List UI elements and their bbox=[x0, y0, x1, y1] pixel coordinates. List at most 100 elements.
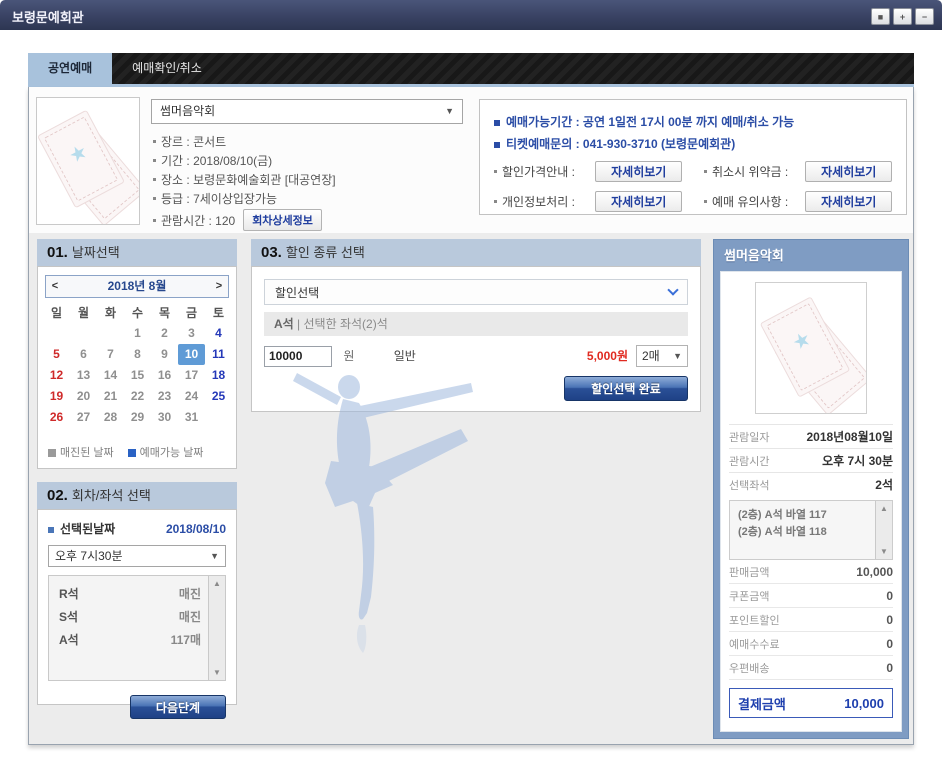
scroll-up-icon[interactable]: ▲ bbox=[209, 579, 225, 588]
calendar-day[interactable]: 4 bbox=[205, 323, 232, 344]
selected-seat-strip: A석 | 선택한 좌석(2)석 bbox=[264, 312, 688, 336]
calendar-day[interactable]: 10 bbox=[178, 344, 205, 365]
zoom-out-icon[interactable]: − bbox=[915, 8, 934, 25]
scroll-down-icon[interactable]: ▼ bbox=[876, 547, 892, 556]
discount-guide-button[interactable]: 자세히보기 bbox=[595, 161, 682, 182]
calendar-weekday: 목 bbox=[151, 304, 178, 323]
bullet-icon bbox=[494, 200, 497, 203]
calendar-day[interactable]: 24 bbox=[178, 386, 205, 407]
calendar-day[interactable]: 16 bbox=[151, 365, 178, 386]
quantity-select[interactable]: 2매 ▼ bbox=[636, 345, 688, 367]
quantity-value: 2매 bbox=[642, 346, 660, 366]
amount-row: 예매수수료0 bbox=[729, 632, 893, 656]
calendar-empty-cell bbox=[43, 323, 70, 344]
calendar-day[interactable]: 7 bbox=[97, 344, 124, 365]
calendar-day[interactable]: 25 bbox=[205, 386, 232, 407]
seat-grade-row[interactable]: R석매진 bbox=[59, 583, 201, 606]
ticket-art: ★ bbox=[37, 98, 139, 224]
calendar-weekday: 월 bbox=[70, 304, 97, 323]
discount-select[interactable]: 할인선택 bbox=[264, 279, 688, 305]
calendar-day[interactable]: 8 bbox=[124, 344, 151, 365]
notice-row: 할인가격안내 : 자세히보기 취소시 위약금 : 자세히보기 bbox=[494, 161, 892, 182]
window-maximize-icon[interactable]: ■ bbox=[871, 8, 890, 25]
scrollbar[interactable]: ▲ ▼ bbox=[208, 576, 225, 680]
calendar-day[interactable]: 15 bbox=[124, 365, 151, 386]
app-title: 보령문예회관 bbox=[12, 7, 84, 26]
booking-caution-button[interactable]: 자세히보기 bbox=[805, 191, 892, 212]
calendar-nav: < 2018년 8월 > bbox=[45, 275, 229, 298]
bullet-icon bbox=[153, 159, 156, 162]
scroll-down-icon[interactable]: ▼ bbox=[209, 668, 225, 677]
summary-body: ★ 관람일자2018년08월10일 관람시간오후 7시 30분 선택좌석2석 (… bbox=[720, 271, 902, 732]
bullet-icon bbox=[704, 200, 707, 203]
calendar-day[interactable]: 26 bbox=[43, 407, 70, 428]
calendar-day[interactable]: 21 bbox=[97, 386, 124, 407]
discount-done-button[interactable]: 할인선택 완료 bbox=[564, 376, 688, 401]
scrollbar[interactable]: ▲ ▼ bbox=[875, 501, 892, 559]
price-input[interactable] bbox=[264, 346, 332, 367]
tab-performance-booking[interactable]: 공연예매 bbox=[28, 53, 112, 84]
calendar-day[interactable]: 28 bbox=[97, 407, 124, 428]
calendar-day[interactable]: 31 bbox=[178, 407, 205, 428]
calendar-day[interactable]: 6 bbox=[70, 344, 97, 365]
selected-seat-list: (2층) A석 바열 117 (2층) A석 바열 118 ▲ ▼ bbox=[729, 500, 893, 560]
calendar-day[interactable]: 14 bbox=[97, 365, 124, 386]
selected-date-row: 선택된날짜 2018/08/10 bbox=[38, 510, 236, 537]
calendar-day[interactable]: 19 bbox=[43, 386, 70, 407]
calendar-day[interactable]: 1 bbox=[124, 323, 151, 344]
next-month-icon[interactable]: > bbox=[212, 276, 226, 297]
performance-title-select[interactable]: 썸머음악회 ▼ bbox=[151, 99, 463, 124]
calendar-day[interactable]: 2 bbox=[151, 323, 178, 344]
ballerina-watermark-image bbox=[275, 367, 485, 667]
calendar-empty-cell bbox=[70, 323, 97, 344]
detail-venue: 장소 : 보령문화예술회관 [대공연장] bbox=[153, 171, 336, 190]
notice-row: 개인정보처리 : 자세히보기 예매 유의사항 : 자세히보기 bbox=[494, 191, 892, 212]
prev-month-icon[interactable]: < bbox=[48, 276, 62, 297]
session-box: 선택된날짜 2018/08/10 오후 7시30분 ▼ R석매진 S석매진 A석… bbox=[37, 509, 237, 705]
tab-bar: 공연예매 예매확인/취소 bbox=[28, 53, 914, 84]
ticket-inquiry-line: 티켓예매문의 : 041-930-3710 (보령문예회관) bbox=[494, 135, 892, 152]
calendar-day[interactable]: 30 bbox=[151, 407, 178, 428]
calendar-day[interactable]: 9 bbox=[151, 344, 178, 365]
calendar-day[interactable]: 5 bbox=[43, 344, 70, 365]
square-bullet-icon bbox=[494, 142, 500, 148]
square-bullet-icon bbox=[494, 120, 500, 126]
bullet-icon bbox=[153, 197, 156, 200]
section-03-number: 03. bbox=[261, 244, 282, 261]
calendar-day[interactable]: 23 bbox=[151, 386, 178, 407]
detail-genre: 장르 : 콘서트 bbox=[153, 133, 336, 152]
tab-confirm-cancel[interactable]: 예매확인/취소 bbox=[112, 53, 222, 84]
session-time-select[interactable]: 오후 7시30분 ▼ bbox=[48, 545, 226, 567]
calendar-day[interactable]: 29 bbox=[124, 407, 151, 428]
next-step-button[interactable]: 다음단계 bbox=[130, 695, 226, 719]
performance-thumbnail: ★ bbox=[36, 97, 140, 225]
detail-runtime: 관람시간 : 120회차상세정보 bbox=[153, 209, 336, 228]
amount-row: 판매금액10,000 bbox=[729, 560, 893, 584]
calendar-day[interactable]: 13 bbox=[70, 365, 97, 386]
cancel-penalty-button[interactable]: 자세히보기 bbox=[805, 161, 892, 182]
calendar-day[interactable]: 20 bbox=[70, 386, 97, 407]
calendar-weekday: 일 bbox=[43, 304, 70, 323]
calendar-day[interactable]: 17 bbox=[178, 365, 205, 386]
calendar-day[interactable]: 12 bbox=[43, 365, 70, 386]
calendar-day[interactable]: 3 bbox=[178, 323, 205, 344]
calendar-day[interactable]: 27 bbox=[70, 407, 97, 428]
privacy-button[interactable]: 자세히보기 bbox=[595, 191, 682, 212]
booking-notice-box: 예매가능기간 : 공연 1일전 17시 00분 까지 예매/취소 가능 티켓예매… bbox=[479, 99, 907, 215]
legend-soldout: 매진된 날짜 bbox=[48, 444, 114, 460]
calendar-day[interactable]: 18 bbox=[205, 365, 232, 386]
zoom-in-icon[interactable]: + bbox=[893, 8, 912, 25]
scroll-up-icon[interactable]: ▲ bbox=[876, 504, 892, 513]
main-panel: ★ 썸머음악회 ▼ 장르 : 콘서트 기간 : 2018/08/10(금) 장소… bbox=[28, 87, 914, 745]
total-label: 결제금액 bbox=[738, 694, 786, 713]
seat-grade-row[interactable]: S석매진 bbox=[59, 606, 201, 629]
section-03-title: 할인 종류 선택 bbox=[286, 245, 365, 260]
seat-grade-row[interactable]: A석117매 bbox=[59, 629, 201, 652]
dropdown-arrow-icon: ▼ bbox=[673, 346, 682, 366]
calendar-day[interactable]: 11 bbox=[205, 344, 232, 365]
bullet-icon bbox=[153, 140, 156, 143]
ticket-art: ★ bbox=[756, 283, 866, 413]
session-detail-button[interactable]: 회차상세정보 bbox=[243, 209, 322, 231]
section-01-number: 01. bbox=[47, 244, 68, 261]
calendar-day[interactable]: 22 bbox=[124, 386, 151, 407]
